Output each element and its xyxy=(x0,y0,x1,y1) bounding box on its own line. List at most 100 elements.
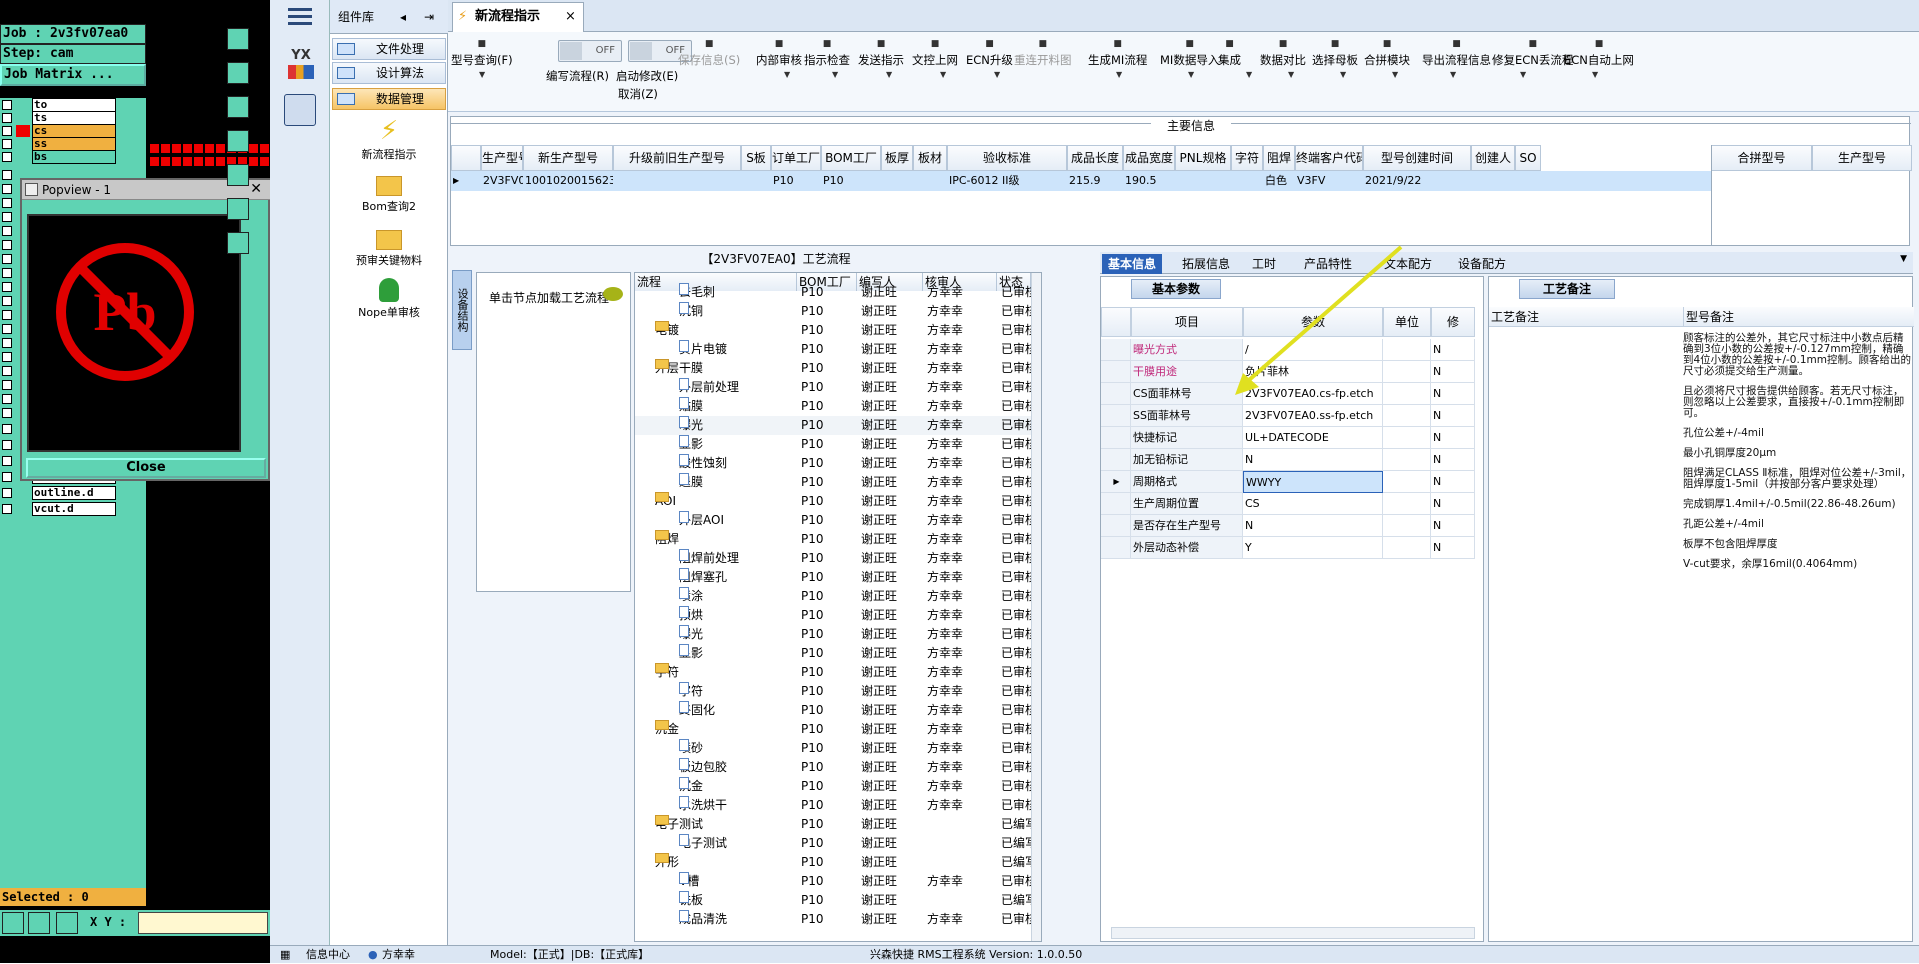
col-header[interactable]: 板材 xyxy=(913,145,947,171)
chevron-down-icon[interactable]: ▼ xyxy=(994,70,1000,79)
layer-checkbox[interactable] xyxy=(2,170,12,180)
table-cell[interactable] xyxy=(741,171,771,191)
table-cell[interactable] xyxy=(1175,171,1231,191)
layer-checkbox[interactable] xyxy=(2,380,12,390)
tree-node-name[interactable]: 负片电镀 xyxy=(679,340,795,359)
lib-item-nope[interactable]: Nope单审核 xyxy=(330,278,448,320)
layer-row[interactable]: outline.d xyxy=(0,486,146,500)
toolbar-button-4[interactable]: ■ 内部审核 xyxy=(756,36,802,68)
table-cell[interactable]: 10010200156234 xyxy=(523,171,613,191)
vertical-tab-equipment[interactable]: 设备结构 xyxy=(452,270,472,350)
toolbar-button-17[interactable]: ■ 修复ECN丢流程 xyxy=(1492,36,1573,68)
lib-tab-data[interactable]: 数据管理 xyxy=(332,88,446,110)
table-cell[interactable]: 190.5 xyxy=(1123,171,1175,191)
tree-node-name[interactable]: 显影 xyxy=(679,435,795,454)
layer-checkbox[interactable] xyxy=(2,139,12,149)
popview-tool-icon[interactable] xyxy=(227,96,249,118)
tree-node-name[interactable]: 退膜 xyxy=(679,473,795,492)
layer-checkbox[interactable] xyxy=(2,366,12,376)
close-icon[interactable]: ✕ xyxy=(250,181,262,197)
layer-checkbox[interactable] xyxy=(2,310,12,320)
tree-node-name[interactable]: 显影 xyxy=(679,644,795,663)
tree-row[interactable]: −AOI P10 谢正旺 方幸幸 已审核 xyxy=(635,492,1031,511)
col-header[interactable]: PNL规格 xyxy=(1175,145,1231,171)
tree-row[interactable]: 阻焊塞孔 P10 谢正旺 方幸幸 已审核 xyxy=(635,568,1031,587)
table-cell[interactable]: P10 xyxy=(771,171,821,191)
basic-row[interactable]: 是否存在生产型号 N N xyxy=(1101,515,1475,537)
layer-name[interactable]: bs xyxy=(32,150,116,164)
basic-param[interactable]: WWYY xyxy=(1243,471,1383,493)
col-header[interactable]: 终端客户代码 xyxy=(1295,145,1363,171)
layer-row[interactable]: cs xyxy=(0,124,146,138)
basic-param[interactable]: Y xyxy=(1243,537,1383,559)
tree-node-name[interactable]: −外形 xyxy=(655,853,795,872)
table-cell[interactable]: 215.9 xyxy=(1067,171,1123,191)
toolbar-button-18[interactable]: ■ ECN自动上网 xyxy=(1564,36,1634,68)
basic-unit[interactable] xyxy=(1383,515,1431,537)
toolbar-button-0[interactable]: ■ 型号查询(F) xyxy=(451,36,513,68)
table-cell[interactable] xyxy=(613,171,741,191)
table-cell[interactable] xyxy=(1231,171,1263,191)
basic-unit[interactable] xyxy=(1383,537,1431,559)
layer-name[interactable]: ss xyxy=(32,137,116,151)
col-header[interactable]: 字符 xyxy=(1231,145,1263,171)
tree-node-name[interactable]: 成品清洗 xyxy=(679,910,795,929)
col-header[interactable]: 型号创建时间 xyxy=(1363,145,1471,171)
tree-node-name[interactable]: 沉铜 xyxy=(679,302,795,321)
layer-checkbox[interactable] xyxy=(2,282,12,292)
layer-checkbox[interactable] xyxy=(2,126,12,136)
layer-checkbox[interactable] xyxy=(2,408,12,418)
toolbar-button-13[interactable]: ■ 数据对比 xyxy=(1260,36,1306,68)
basic-unit[interactable] xyxy=(1383,449,1431,471)
close-button[interactable]: Close xyxy=(26,458,266,478)
layer-checkbox[interactable] xyxy=(2,296,12,306)
basic-unit[interactable] xyxy=(1383,471,1431,493)
layer-checkbox[interactable] xyxy=(2,456,12,466)
layer-checkbox[interactable] xyxy=(2,212,12,222)
lib-tab-file[interactable]: 文件处理 xyxy=(332,38,446,60)
layer-name[interactable]: cs xyxy=(32,124,116,138)
tree-row[interactable]: 酸性蚀刻 P10 谢正旺 方幸幸 已审核 xyxy=(635,454,1031,473)
status-info[interactable]: 信息中心 xyxy=(306,946,350,964)
tree-row[interactable]: −电子测试 P10 谢正旺 已编写 xyxy=(635,815,1031,834)
tab-0[interactable]: 基本信息 xyxy=(1102,254,1163,274)
chevron-down-icon[interactable]: ▼ xyxy=(1116,70,1122,79)
tree-node-name[interactable]: −沉金 xyxy=(655,720,795,739)
chevron-down-icon[interactable]: ▼ xyxy=(479,70,485,79)
tree-node-name[interactable]: 铣板 xyxy=(679,891,795,910)
layer-checkbox[interactable] xyxy=(2,240,12,250)
menu-icon[interactable] xyxy=(288,8,312,26)
tree-row[interactable]: 沉铜 P10 谢正旺 方幸幸 已审核 xyxy=(635,302,1031,321)
table-cell[interactable] xyxy=(881,171,913,191)
col-header[interactable]: 成品长度 xyxy=(1067,145,1123,171)
tree-node-name[interactable]: V槽 xyxy=(679,872,795,891)
chevron-down-icon[interactable]: ▼ xyxy=(1450,70,1456,79)
tree-node-name[interactable]: 沉金 xyxy=(679,777,795,796)
layer-checkbox[interactable] xyxy=(2,268,12,278)
xy-input[interactable] xyxy=(138,912,268,934)
pin-icon[interactable]: ⇥ xyxy=(424,0,434,34)
lib-item-new-flow[interactable]: ⚡ 新流程指示 xyxy=(330,116,448,162)
toggle-switch[interactable]: OFF xyxy=(558,40,622,62)
toolbar-button-5[interactable]: ■ 指示检查 xyxy=(804,36,850,68)
chevron-down-icon[interactable]: ▼ xyxy=(1246,70,1252,79)
layer-checkbox[interactable] xyxy=(2,100,12,110)
chevron-down-icon[interactable]: ▼ xyxy=(1900,254,1907,264)
tab-close-icon[interactable]: × xyxy=(565,3,576,31)
toolbar-button-6[interactable]: ■ 发送指示 xyxy=(858,36,904,68)
calculator-icon[interactable] xyxy=(284,94,316,126)
table-cell[interactable] xyxy=(1515,171,1541,191)
merge-col-header[interactable]: 合拼型号 xyxy=(1712,145,1812,171)
layer-checkbox[interactable] xyxy=(2,113,12,123)
table-cell[interactable]: 2V3FV07EA0 xyxy=(481,171,523,191)
col-header[interactable]: BOM工厂 xyxy=(821,145,881,171)
popview-tool-icon[interactable] xyxy=(227,164,249,186)
popview-tool-icon[interactable] xyxy=(227,28,249,50)
col-header[interactable]: 阻焊 xyxy=(1263,145,1295,171)
tree-scrollbar[interactable] xyxy=(1031,273,1041,941)
basic-param[interactable]: N xyxy=(1243,449,1383,471)
tree-node-name[interactable]: 贴膜 xyxy=(679,397,795,416)
basic-row[interactable]: ▶ 周期格式 WWYY N xyxy=(1101,471,1475,493)
basic-param[interactable]: CS xyxy=(1243,493,1383,515)
tree-node-name[interactable]: −电子测试 xyxy=(655,815,795,834)
